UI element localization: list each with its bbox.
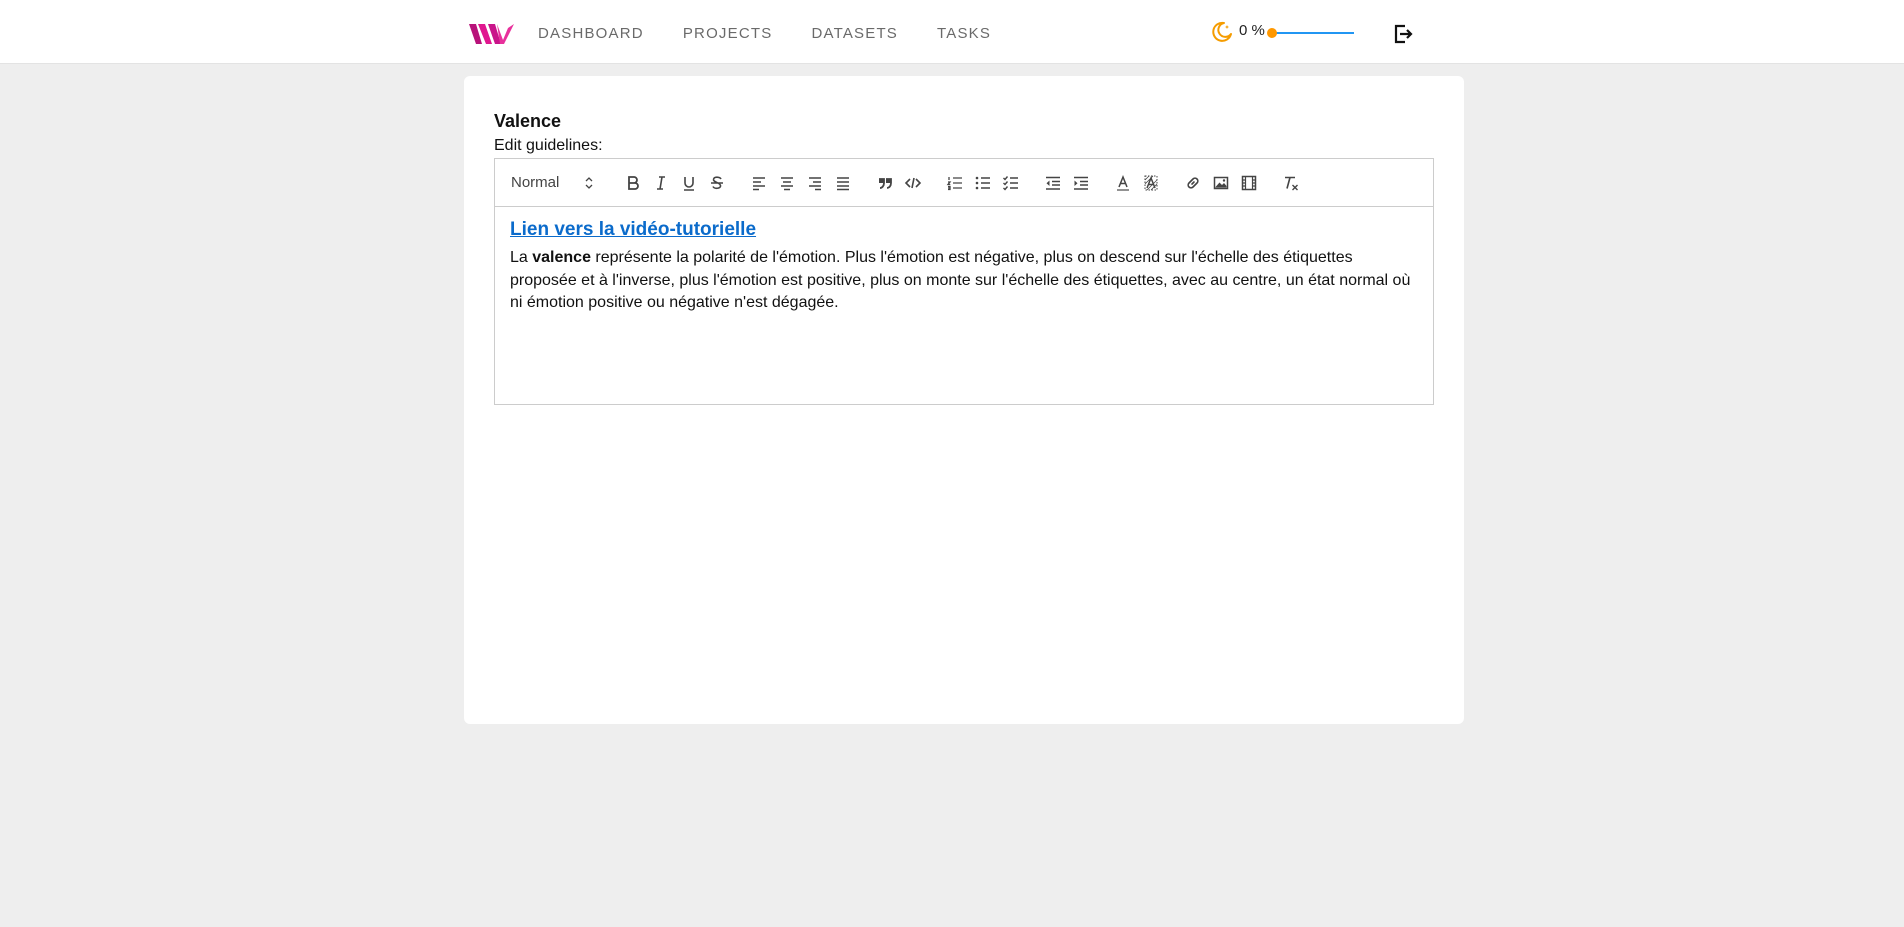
image-icon xyxy=(1213,176,1229,189)
align-right-button[interactable] xyxy=(801,171,829,195)
para-prefix: La xyxy=(510,249,533,266)
format-select-value: Normal xyxy=(511,174,560,191)
italic-icon xyxy=(657,175,665,190)
main-nav: DASHBOARD PROJECTS DATASETS TASKS xyxy=(538,0,1030,66)
video-button[interactable] xyxy=(1235,171,1263,195)
text-color-button[interactable] xyxy=(1109,171,1137,195)
underline-icon xyxy=(684,176,694,191)
page-title: Valence xyxy=(494,111,562,131)
para-rest: représente la polarité de l'émotion. Plu… xyxy=(510,249,1411,311)
text-color-icon xyxy=(1117,174,1129,191)
editor-content[interactable]: Lien vers la vidéo-tutorielle La valence… xyxy=(494,205,1434,405)
link-button[interactable] xyxy=(1179,171,1207,195)
slider-thumb[interactable] xyxy=(1267,28,1277,38)
align-left-icon xyxy=(753,176,765,190)
clear-format-button[interactable] xyxy=(1277,171,1305,195)
align-right-icon xyxy=(809,176,821,190)
valence-description: La valence représente la polarité de l'é… xyxy=(510,247,1418,315)
check-list-icon xyxy=(1003,175,1018,191)
background-color-button[interactable] xyxy=(1137,171,1165,195)
outdent-button[interactable] xyxy=(1039,171,1067,195)
logout-icon[interactable] xyxy=(1392,23,1414,45)
indent-button[interactable] xyxy=(1067,171,1095,195)
strike-button[interactable] xyxy=(703,171,731,195)
select-arrows-icon xyxy=(585,176,593,189)
blockquote-icon xyxy=(879,177,892,189)
indent-icon xyxy=(1074,176,1088,190)
zoom-value: 0 % xyxy=(1239,22,1265,39)
slider-track xyxy=(1273,32,1354,34)
ordered-list-button[interactable] xyxy=(941,171,969,195)
outdent-icon xyxy=(1046,176,1060,190)
code-block-icon xyxy=(904,177,922,188)
clear-format-icon xyxy=(1285,176,1298,190)
blockquote-button[interactable] xyxy=(871,171,899,195)
bullet-list-icon xyxy=(975,176,990,189)
align-justify-button[interactable] xyxy=(829,171,857,195)
background-color-icon xyxy=(1144,175,1158,190)
top-navigation-bar: DASHBOARD PROJECTS DATASETS TASKS 0 % xyxy=(0,0,1904,64)
bold-button[interactable] xyxy=(619,171,647,195)
image-button[interactable] xyxy=(1207,171,1235,195)
ordered-list-icon xyxy=(946,176,962,190)
logo[interactable] xyxy=(468,18,516,48)
edit-guidelines-label: Edit guidelines: xyxy=(494,137,603,154)
align-justify-icon xyxy=(837,176,849,190)
nav-datasets[interactable]: DATASETS xyxy=(811,25,898,42)
align-center-icon xyxy=(781,176,793,190)
guidelines-card: Valence Edit guidelines: Normal Lien ver… xyxy=(464,76,1464,724)
rich-text-editor: Normal Lien vers la vidéo-tutorielle La … xyxy=(494,158,1434,406)
tutorial-video-link[interactable]: Lien vers la vidéo-tutorielle xyxy=(510,219,756,241)
check-list-button[interactable] xyxy=(997,171,1025,195)
link-icon xyxy=(1187,176,1199,189)
align-center-button[interactable] xyxy=(773,171,801,195)
bold-icon xyxy=(628,175,639,190)
theme-moon-icon[interactable] xyxy=(1210,20,1234,44)
format-select[interactable]: Normal xyxy=(511,171,593,195)
video-icon xyxy=(1241,175,1257,190)
underline-button[interactable] xyxy=(675,171,703,195)
align-left-button[interactable] xyxy=(745,171,773,195)
strike-icon xyxy=(711,175,723,189)
zoom-slider[interactable] xyxy=(1267,25,1354,41)
nav-tasks[interactable]: TASKS xyxy=(937,25,991,42)
nav-dashboard[interactable]: DASHBOARD xyxy=(538,25,644,42)
code-block-button[interactable] xyxy=(899,171,927,195)
bullet-list-button[interactable] xyxy=(969,171,997,195)
para-bold-term: valence xyxy=(532,249,591,266)
editor-toolbar: Normal xyxy=(494,158,1434,207)
italic-button[interactable] xyxy=(647,171,675,195)
nav-projects[interactable]: PROJECTS xyxy=(683,25,773,42)
